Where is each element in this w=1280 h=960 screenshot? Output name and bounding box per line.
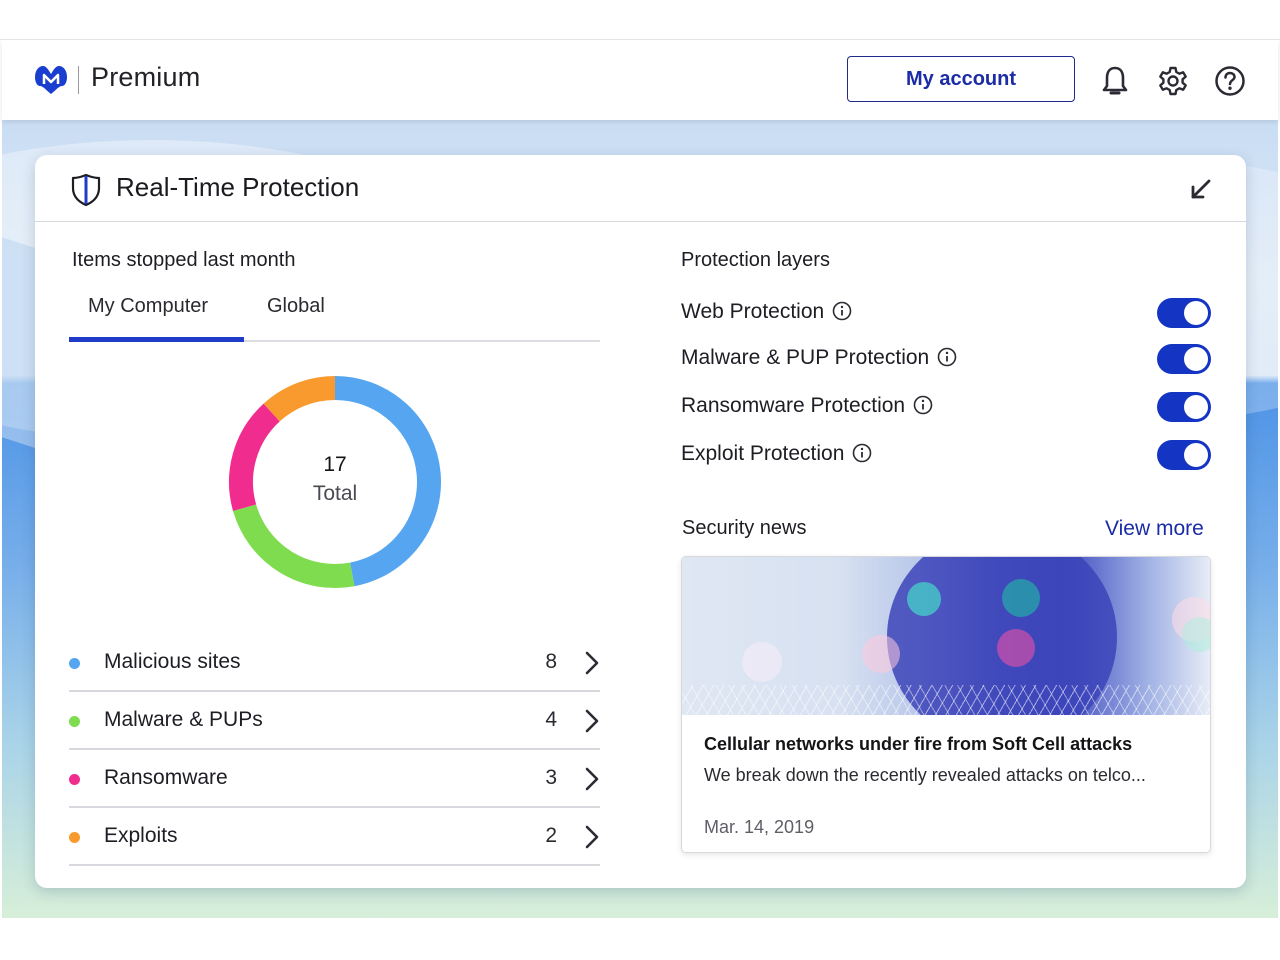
item-count: 8 [545, 650, 557, 673]
donut-slice-exploits [263, 376, 336, 422]
news-article-date: Mar. 14, 2019 [704, 817, 815, 837]
layer-exploit-protection: Exploit Protection [681, 436, 1211, 476]
info-icon[interactable] [832, 301, 852, 321]
news-article-description: We break down the recently revealed atta… [704, 765, 1146, 785]
news-article-image [682, 557, 1210, 715]
security-news-title: Security news [682, 517, 807, 539]
exploit-protection-toggle[interactable] [1157, 440, 1211, 470]
brand-name: Premium [91, 62, 201, 92]
item-count: 2 [545, 824, 557, 847]
chevron-right-icon [585, 709, 599, 733]
layer-web-protection: Web Protection [681, 294, 1211, 334]
news-article-body: Cellular networks under fire from Soft C… [682, 715, 1210, 852]
malware-pup-protection-toggle[interactable] [1157, 344, 1211, 374]
logo-divider [78, 66, 79, 94]
legend-dot [69, 716, 80, 727]
collapse-arrow-icon[interactable] [1185, 175, 1215, 205]
tab-global[interactable]: Global [267, 295, 325, 318]
stats-tabs: My Computer Global [69, 289, 600, 342]
bell-icon [1102, 66, 1128, 95]
layer-label: Web Protection [681, 300, 852, 324]
real-time-protection-card: Real-Time Protection Items stopped last … [35, 155, 1246, 888]
donut-total-value: 17 [323, 453, 347, 476]
notifications-button[interactable] [1098, 64, 1132, 98]
settings-button[interactable] [1156, 64, 1190, 98]
donut-slice-malware-pups [233, 504, 355, 588]
list-item-exploits[interactable]: Exploits 2 [69, 808, 600, 866]
tab-my-computer[interactable]: My Computer [88, 295, 208, 318]
active-tab-indicator [69, 337, 244, 342]
info-icon[interactable] [913, 395, 933, 415]
item-label: Malware & PUPs [104, 708, 263, 731]
card-header: Real-Time Protection [35, 155, 1246, 222]
chevron-right-icon [585, 825, 599, 849]
news-article-title: Cellular networks under fire from Soft C… [704, 734, 1133, 754]
help-button[interactable] [1213, 64, 1247, 98]
item-label: Exploits [104, 824, 178, 847]
item-label: Ransomware [104, 766, 228, 789]
layer-label: Ransomware Protection [681, 394, 933, 418]
item-count: 3 [545, 766, 557, 789]
ransomware-protection-toggle[interactable] [1157, 392, 1211, 422]
layer-label: Malware & PUP Protection [681, 346, 957, 370]
shield-icon [71, 173, 101, 207]
info-icon[interactable] [852, 443, 872, 463]
my-account-button[interactable]: My account [847, 56, 1075, 102]
view-more-link[interactable]: View more [1105, 517, 1204, 541]
layer-label: Exploit Protection [681, 442, 872, 466]
list-item-malicious-sites[interactable]: Malicious sites 8 [69, 634, 600, 692]
items-stopped-list: Malicious sites 8 Malware & PUPs 4 Ranso… [69, 634, 600, 866]
legend-dot [69, 832, 80, 843]
chevron-right-icon [585, 767, 599, 791]
donut-total-label: Total [312, 482, 358, 505]
help-icon [1215, 66, 1245, 96]
legend-dot [69, 774, 80, 785]
card-title: Real-Time Protection [116, 172, 360, 202]
protection-layers-title: Protection layers [681, 249, 830, 271]
web-protection-toggle[interactable] [1157, 298, 1211, 328]
info-icon[interactable] [937, 347, 957, 367]
item-count: 4 [545, 708, 557, 731]
list-item-malware-pups[interactable]: Malware & PUPs 4 [69, 692, 600, 750]
layer-malware-pup-protection: Malware & PUP Protection [681, 340, 1211, 380]
malwarebytes-logo-icon [35, 66, 67, 94]
gear-icon [1159, 66, 1187, 96]
legend-dot [69, 658, 80, 669]
items-stopped-title: Items stopped last month [72, 249, 296, 271]
chevron-right-icon [585, 651, 599, 675]
window-top-strip [0, 0, 1280, 40]
list-item-ransomware[interactable]: Ransomware 3 [69, 750, 600, 808]
item-label: Malicious sites [104, 650, 241, 673]
news-article-card[interactable]: Cellular networks under fire from Soft C… [681, 556, 1211, 853]
layer-ransomware-protection: Ransomware Protection [681, 388, 1211, 428]
app-header: Premium My account [2, 40, 1278, 120]
